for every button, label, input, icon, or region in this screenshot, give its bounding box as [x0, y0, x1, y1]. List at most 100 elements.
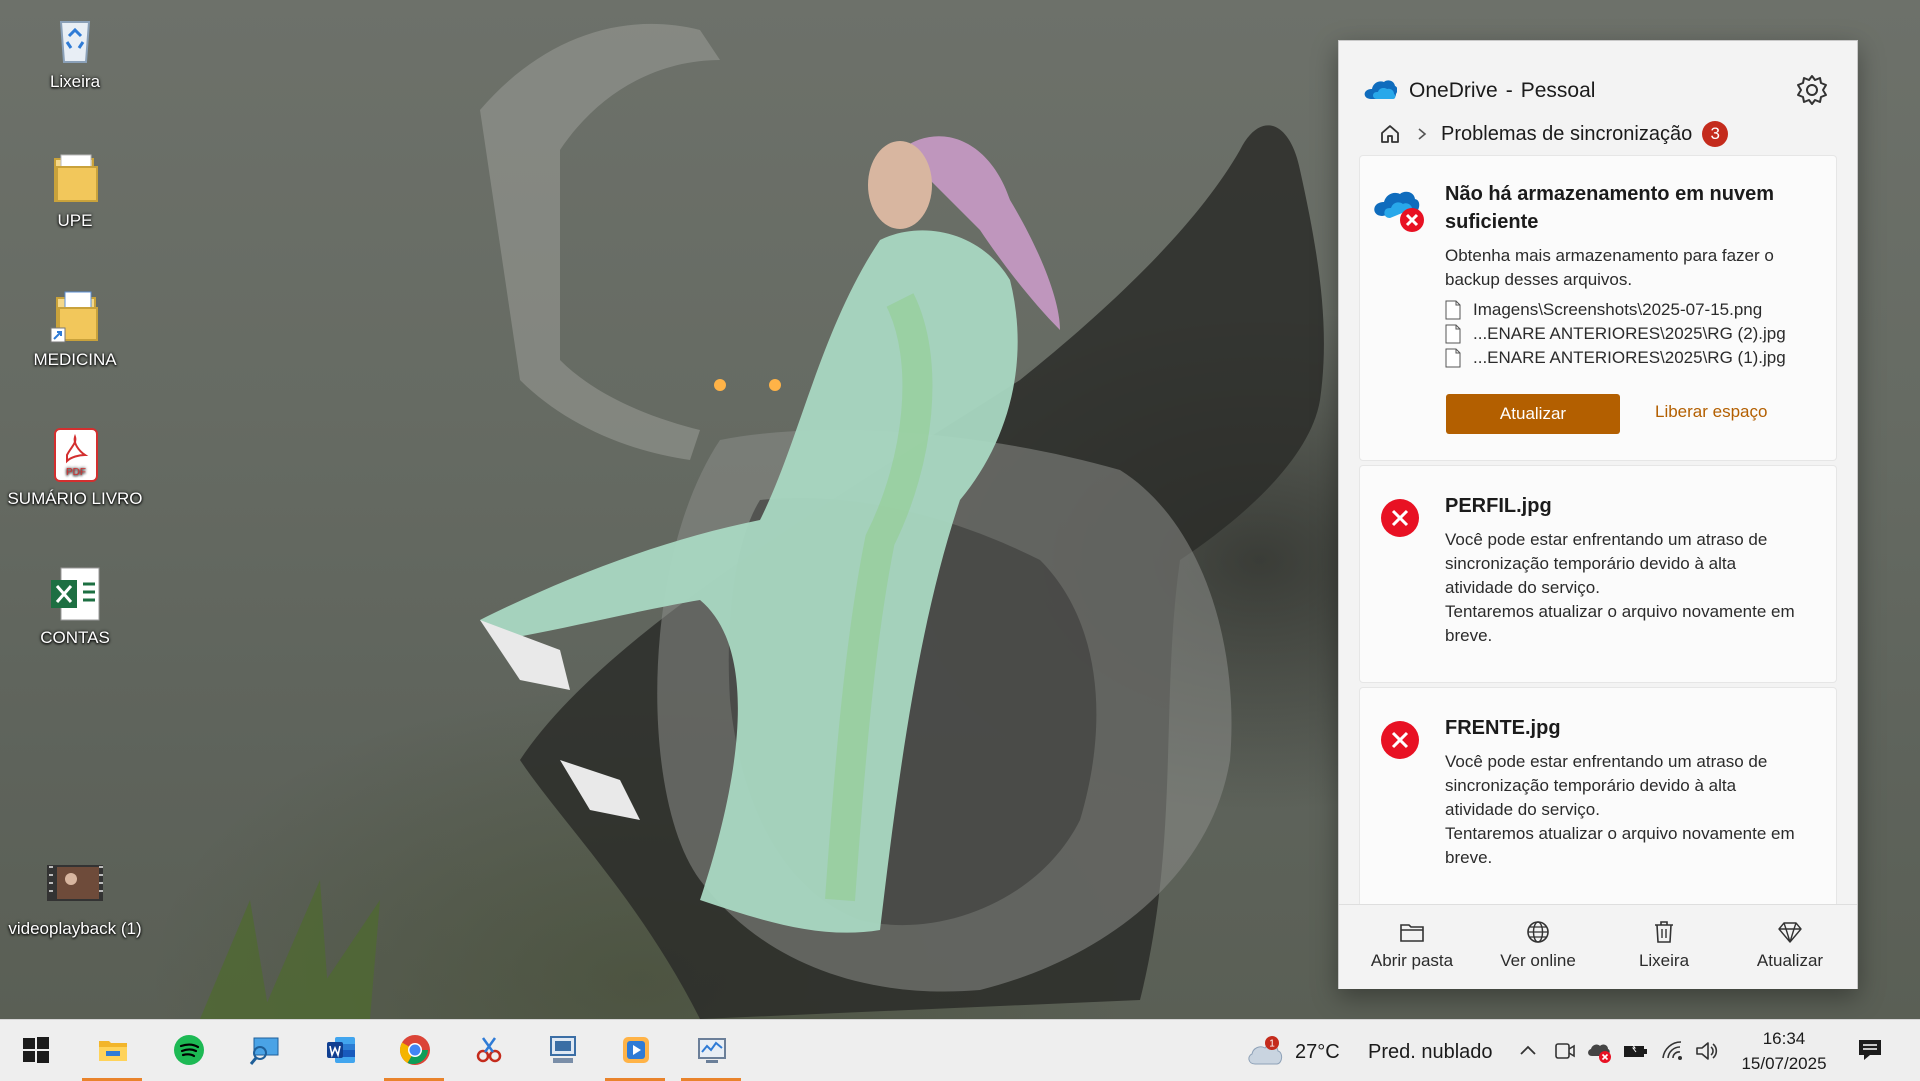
footer-label: Atualizar [1756, 951, 1824, 970]
upgrade-footer-button[interactable]: Atualizar [1727, 919, 1853, 971]
globe-icon [1527, 921, 1549, 943]
cloudy-weather-icon: 1 [1248, 1036, 1283, 1065]
folder-shortcut-icon [47, 288, 103, 344]
recycle-bin-icon [47, 10, 103, 66]
issue-description: Obtenha mais armazenamento para fazer o … [1445, 244, 1825, 292]
folder-icon [1400, 924, 1424, 942]
file-icon [1445, 300, 1461, 320]
onedrive-flyout: OneDrive - Pessoal Problemas de sincroniza… [1338, 40, 1858, 989]
flyout-header: OneDrive - Pessoal Problemas de sincroniza… [1339, 41, 1857, 151]
spotify-icon [174, 1035, 204, 1065]
description-line: Obtenha mais armazenamento para fazer o [1445, 246, 1774, 265]
breadcrumb: Problemas de sincronização 3 [1379, 119, 1729, 149]
desktop-icon-label: SUMÁRIO LIVRO [7, 489, 143, 508]
remote-desktop-icon [249, 1037, 279, 1065]
monitor-app-icon [550, 1036, 576, 1063]
desktop-icon-upe[interactable]: UPE [0, 149, 150, 231]
flyout-footer: Abrir pasta Ver online Lixeira Atualizar [1339, 904, 1857, 989]
file-path: Imagens\Screenshots\2025-07-15.png [1473, 300, 1763, 319]
affected-file[interactable]: Imagens\Screenshots\2025-07-15.png [1445, 298, 1825, 322]
taskbar-performance-monitor[interactable] [681, 1020, 741, 1081]
footer-label: Ver online [1500, 951, 1576, 970]
footer-label: Lixeira [1638, 951, 1690, 970]
issue-card-frente: FRENTE.jpg Você pode estar enfrentando u… [1359, 687, 1837, 904]
open-folder-button[interactable]: Abrir pasta [1349, 919, 1475, 971]
footer-label: Abrir pasta [1370, 951, 1454, 970]
weather-temp: 27°C [1295, 1041, 1340, 1063]
taskbar: 1 27°C Pred. nublado 16:34 15/07/2025 [0, 1019, 1920, 1081]
issue-card-perfil: PERFIL.jpg Você pode estar enfrentando u… [1359, 465, 1837, 683]
home-icon[interactable] [1379, 123, 1401, 145]
issue-title-line: Não há armazenamento em nuvem [1445, 183, 1774, 205]
app-name: OneDrive [1409, 79, 1498, 102]
recycle-bin-button[interactable]: Lixeira [1601, 919, 1727, 971]
error-icon [1381, 499, 1419, 537]
desktop-icon-contas[interactable]: CONTAS [0, 566, 150, 648]
description-line: Tentaremos atualizar o arquivo novamente… [1445, 602, 1795, 621]
diamond-icon [1778, 922, 1802, 943]
gear-icon[interactable] [1795, 73, 1829, 107]
issue-description: Você pode estar enfrentando um atraso de… [1445, 528, 1825, 648]
chevron-up-icon[interactable] [1515, 1038, 1541, 1064]
account-name: Pessoal [1520, 79, 1596, 102]
file-path: ...ENARE ANTERIORES\2025\RG (2).jpg [1473, 324, 1786, 343]
cloud-error-icon [1374, 191, 1424, 232]
description-line: atividade do serviço. [1445, 578, 1600, 597]
camera-icon[interactable] [1552, 1038, 1578, 1064]
pdf-file-icon: PDF [47, 427, 103, 483]
file-path: ...ENARE ANTERIORES\2025\RG (1).jpg [1473, 348, 1786, 367]
desktop-icon-label: CONTAS [40, 628, 110, 647]
media-player-icon [623, 1037, 649, 1063]
onedrive-error-icon[interactable] [1586, 1038, 1612, 1064]
excel-file-icon [47, 566, 103, 622]
taskbar-monitor-app[interactable] [532, 1020, 592, 1081]
svg-text:PDF: PDF [66, 467, 86, 478]
affected-files-list: Imagens\Screenshots\2025-07-15.png ...EN… [1445, 298, 1825, 370]
desktop-icon-recycle-bin[interactable]: Lixeira [0, 10, 150, 92]
view-online-button[interactable]: Ver online [1475, 919, 1601, 971]
weather-badge: 1 [1269, 1039, 1275, 1050]
taskbar-snipping-tool[interactable] [458, 1020, 518, 1081]
desktop-icon-medicina[interactable]: MEDICINA [0, 288, 150, 370]
flyout-title: OneDrive - Pessoal [1409, 79, 1595, 103]
taskbar-spotify[interactable] [158, 1020, 218, 1081]
desktop-icon-sumario-livro[interactable]: PDF SUMÁRIO LIVRO [0, 427, 150, 509]
issue-title: Não há armazenamento em nuvem suficiente [1445, 180, 1774, 236]
chrome-icon [399, 1035, 430, 1065]
description-line: sincronização temporário devido à alta [1445, 776, 1737, 795]
description-line: breve. [1445, 626, 1493, 645]
onedrive-cloud-icon [1364, 80, 1397, 99]
folder-icon [47, 149, 103, 205]
clock[interactable]: 16:34 15/07/2025 [1734, 1026, 1834, 1076]
taskbar-chrome[interactable] [384, 1020, 444, 1081]
breadcrumb-current: Problemas de sincronização [1441, 122, 1693, 145]
volume-icon[interactable] [1694, 1038, 1720, 1064]
desktop-icon-label: MEDICINA [33, 350, 117, 369]
description-line: breve. [1445, 848, 1493, 867]
windows-logo-icon [23, 1037, 49, 1063]
chevron-right-icon [1418, 128, 1427, 140]
title-separator: - [1505, 79, 1513, 102]
affected-file[interactable]: ...ENARE ANTERIORES\2025\RG (1).jpg [1445, 346, 1825, 370]
file-explorer-icon [99, 1041, 127, 1061]
issue-title-line: suficiente [1445, 211, 1539, 233]
affected-file[interactable]: ...ENARE ANTERIORES\2025\RG (2).jpg [1445, 322, 1825, 346]
free-up-space-link[interactable]: Liberar espaço [1655, 402, 1767, 422]
issue-description: Você pode estar enfrentando um atraso de… [1445, 750, 1825, 870]
taskbar-media-player[interactable] [605, 1020, 665, 1081]
taskbar-remote-desktop[interactable] [234, 1020, 294, 1081]
file-icon [1445, 348, 1461, 368]
upgrade-button[interactable]: Atualizar [1446, 394, 1620, 434]
clock-time: 16:34 [1762, 1029, 1806, 1048]
battery-icon[interactable] [1622, 1038, 1648, 1064]
desktop-icon-videoplayback[interactable]: videoplayback (1) [0, 857, 150, 939]
taskbar-word[interactable] [310, 1020, 370, 1081]
sync-issues-list[interactable]: Não há armazenamento em nuvem suficiente… [1339, 151, 1857, 904]
trash-icon [1655, 921, 1673, 943]
wifi-icon[interactable] [1660, 1038, 1686, 1064]
taskbar-file-explorer[interactable] [82, 1020, 142, 1081]
notification-center-icon[interactable] [1856, 1036, 1884, 1064]
issue-card-storage: Não há armazenamento em nuvem suficiente… [1359, 155, 1837, 461]
weather-desc: Pred. nublado [1368, 1041, 1493, 1063]
start-button[interactable] [5, 1020, 65, 1081]
